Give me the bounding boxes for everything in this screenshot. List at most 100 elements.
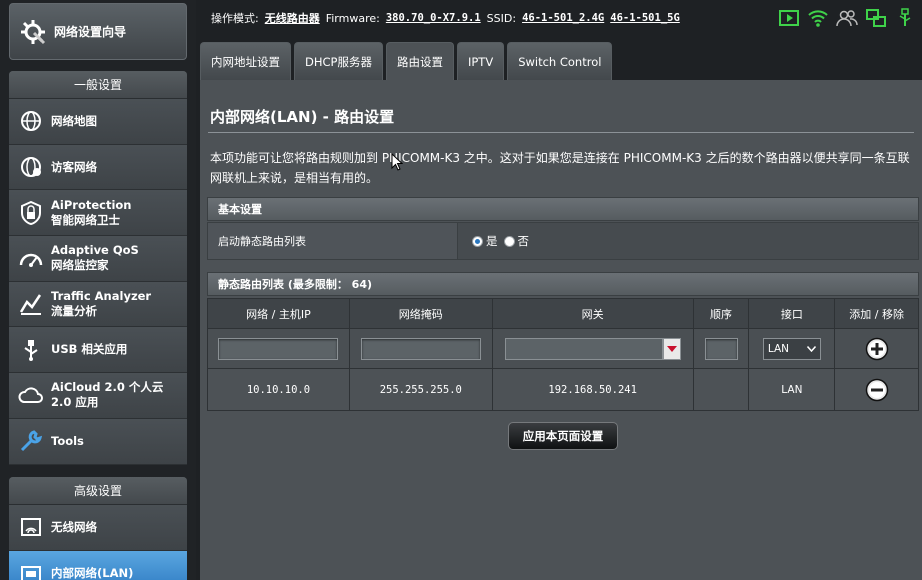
- ssid-24g-link[interactable]: 46-1-501_2.4G: [522, 12, 604, 24]
- minus-circle-icon: [865, 378, 888, 401]
- sidebar-item-sublabel: 流量分析: [51, 304, 97, 319]
- sidebar-item-wireless[interactable]: 无线网络: [9, 505, 187, 551]
- column-header: 顺序: [692, 298, 750, 329]
- tab-lan-ip[interactable]: 内网地址设置: [200, 42, 291, 80]
- column-header: 接口: [748, 298, 836, 329]
- advanced-settings-header: 高级设置: [9, 477, 187, 505]
- main-panel: 内部网络(LAN) - 路由设置 本项功能可让您将路由规则加到 PHICOMM-…: [200, 80, 922, 580]
- general-settings-header: 一般设置: [9, 71, 187, 99]
- sidebar-item-traffic-analyzer[interactable]: Traffic Analyzer 流量分析: [9, 281, 187, 328]
- gauge-icon: [17, 244, 45, 272]
- mouse-cursor-icon: [391, 152, 404, 175]
- column-header: 添加 / 移除: [834, 298, 919, 329]
- ssid-label: SSID:: [486, 11, 517, 25]
- column-header: 网络掩码: [348, 298, 493, 329]
- chevron-down-icon: [666, 345, 677, 352]
- cloud-icon: [17, 381, 45, 409]
- advanced-settings-menu: 高级设置 无线网络 内部网络(LAN): [9, 477, 187, 580]
- tab-iptv[interactable]: IPTV: [456, 42, 505, 80]
- basic-settings-header: 基本设置: [207, 197, 919, 221]
- sidebar-item-label: USB 相关应用: [51, 342, 128, 357]
- sidebar-item-guest-network[interactable]: 访客网络: [9, 144, 187, 191]
- chart-icon: [17, 290, 45, 318]
- sidebar-item-label: 内部网络(LAN): [51, 565, 134, 580]
- network-wizard-button[interactable]: 网络设置向导: [9, 3, 187, 60]
- static-route-list-header: 静态路由列表 (最多限制： 64): [207, 272, 919, 296]
- radio-yes-circle[interactable]: [472, 235, 483, 247]
- sidebar-item-label: AiProtection: [51, 197, 132, 212]
- radio-yes-label: 是: [486, 234, 498, 248]
- interface-select[interactable]: LAN: [762, 337, 821, 360]
- sidebar-item-adaptive-qos[interactable]: Adaptive QoS 网络监控家: [9, 236, 187, 282]
- apply-settings-button[interactable]: 应用本页面设置: [508, 422, 618, 450]
- chevron-down-icon: [806, 345, 816, 352]
- new-route-row: LAN: [207, 328, 919, 369]
- ssid-5g-link[interactable]: 46-1-501_5G: [610, 12, 680, 24]
- static-route-toggle-row: 启动静态路由列表 是 否: [207, 222, 919, 260]
- shield-lock-icon: [17, 199, 45, 227]
- network-status-icon[interactable]: [865, 8, 887, 28]
- network-ip-input[interactable]: [218, 337, 339, 360]
- table-header-row: 网络 / 主机IP 网络掩码 网关 顺序 接口 添加 / 移除: [207, 298, 919, 329]
- status-icons: [778, 8, 916, 28]
- wifi-icon: [17, 513, 45, 541]
- sidebar-item-usb[interactable]: USB 相关应用: [9, 327, 187, 374]
- sidebar-item-network-map[interactable]: 网络地图: [9, 99, 187, 145]
- firmware-label: Firmware:: [325, 11, 380, 25]
- sidebar-item-aiprotection[interactable]: AiProtection 智能网络卫士: [9, 190, 187, 237]
- wifi-status-icon[interactable]: [807, 8, 829, 28]
- play-icon[interactable]: [778, 8, 800, 28]
- plus-circle-icon: [865, 337, 888, 360]
- static-route-table: 网络 / 主机IP 网络掩码 网关 顺序 接口 添加 / 移除 LAN 10.1…: [207, 298, 919, 411]
- metric-input[interactable]: [704, 337, 738, 360]
- gateway-dropdown-button[interactable]: [662, 337, 681, 360]
- wrench-icon: [17, 427, 45, 455]
- column-header: 网关: [491, 298, 694, 329]
- route-gateway-cell: 192.168.50.241: [491, 368, 694, 411]
- tab-dhcp-server[interactable]: DHCP服务器: [294, 42, 383, 80]
- users-icon[interactable]: [836, 8, 858, 28]
- sidebar-item-tools[interactable]: Tools: [9, 418, 187, 465]
- radio-no-circle[interactable]: [503, 235, 515, 247]
- top-status-bar: 操作模式: 无线路由器 Firmware: 380.70_0-X7.9.1 SS…: [200, 0, 922, 36]
- sidebar-item-label: 网络地图: [51, 113, 97, 128]
- sidebar-item-label: 访客网络: [51, 159, 97, 174]
- usb-status-icon[interactable]: [894, 8, 916, 28]
- gateway-input[interactable]: [504, 337, 663, 360]
- sidebar-item-sublabel: 智能网络卫士: [51, 212, 120, 227]
- add-route-button[interactable]: [865, 337, 889, 361]
- tab-switch-control[interactable]: Switch Control: [507, 42, 613, 80]
- wizard-label: 网络设置向导: [54, 25, 127, 39]
- lan-icon: [17, 559, 45, 580]
- static-route-label: 启动静态路由列表: [208, 223, 458, 259]
- title-divider: [208, 132, 914, 133]
- wizard-icon: [18, 17, 48, 47]
- sidebar-item-label: Traffic Analyzer: [51, 289, 152, 304]
- tab-route[interactable]: 路由设置: [385, 42, 454, 80]
- netmask-input[interactable]: [360, 337, 481, 360]
- usb-icon: [17, 336, 45, 364]
- radio-no[interactable]: 否: [503, 233, 530, 249]
- radio-yes[interactable]: 是: [472, 233, 498, 249]
- remove-route-button[interactable]: [865, 378, 889, 402]
- route-ip-cell: 10.10.10.0: [207, 368, 350, 411]
- sidebar: 网络设置向导 一般设置 网络地图 访客网络 AiProtection 智能网络卫士: [0, 0, 196, 580]
- route-interface-cell: LAN: [748, 368, 836, 411]
- firmware-version-link[interactable]: 380.70_0-X7.9.1: [386, 12, 481, 24]
- route-mask-cell: 255.255.255.0: [348, 368, 493, 411]
- sidebar-item-label: Adaptive QoS: [51, 243, 139, 258]
- operation-mode-link[interactable]: 无线路由器: [265, 10, 320, 26]
- column-header: 网络 / 主机IP: [207, 298, 350, 329]
- sidebar-item-sublabel: 网络监控家: [51, 258, 109, 273]
- sidebar-item-label: AiCloud 2.0 个人云: [51, 380, 164, 395]
- sidebar-item-label: 无线网络: [51, 519, 97, 534]
- interface-select-value: LAN: [767, 342, 790, 355]
- sidebar-item-aicloud[interactable]: AiCloud 2.0 个人云 2.0 应用: [9, 373, 187, 419]
- gateway-combobox[interactable]: [504, 337, 681, 360]
- sidebar-item-lan[interactable]: 内部网络(LAN): [9, 550, 187, 580]
- radio-no-label: 否: [517, 234, 530, 248]
- operation-mode-label: 操作模式:: [211, 12, 259, 25]
- tab-bar: 内网地址设置 DHCP服务器 路由设置 IPTV Switch Control: [200, 42, 615, 80]
- globe-map-icon: [17, 107, 45, 135]
- route-metric-cell: [692, 368, 750, 411]
